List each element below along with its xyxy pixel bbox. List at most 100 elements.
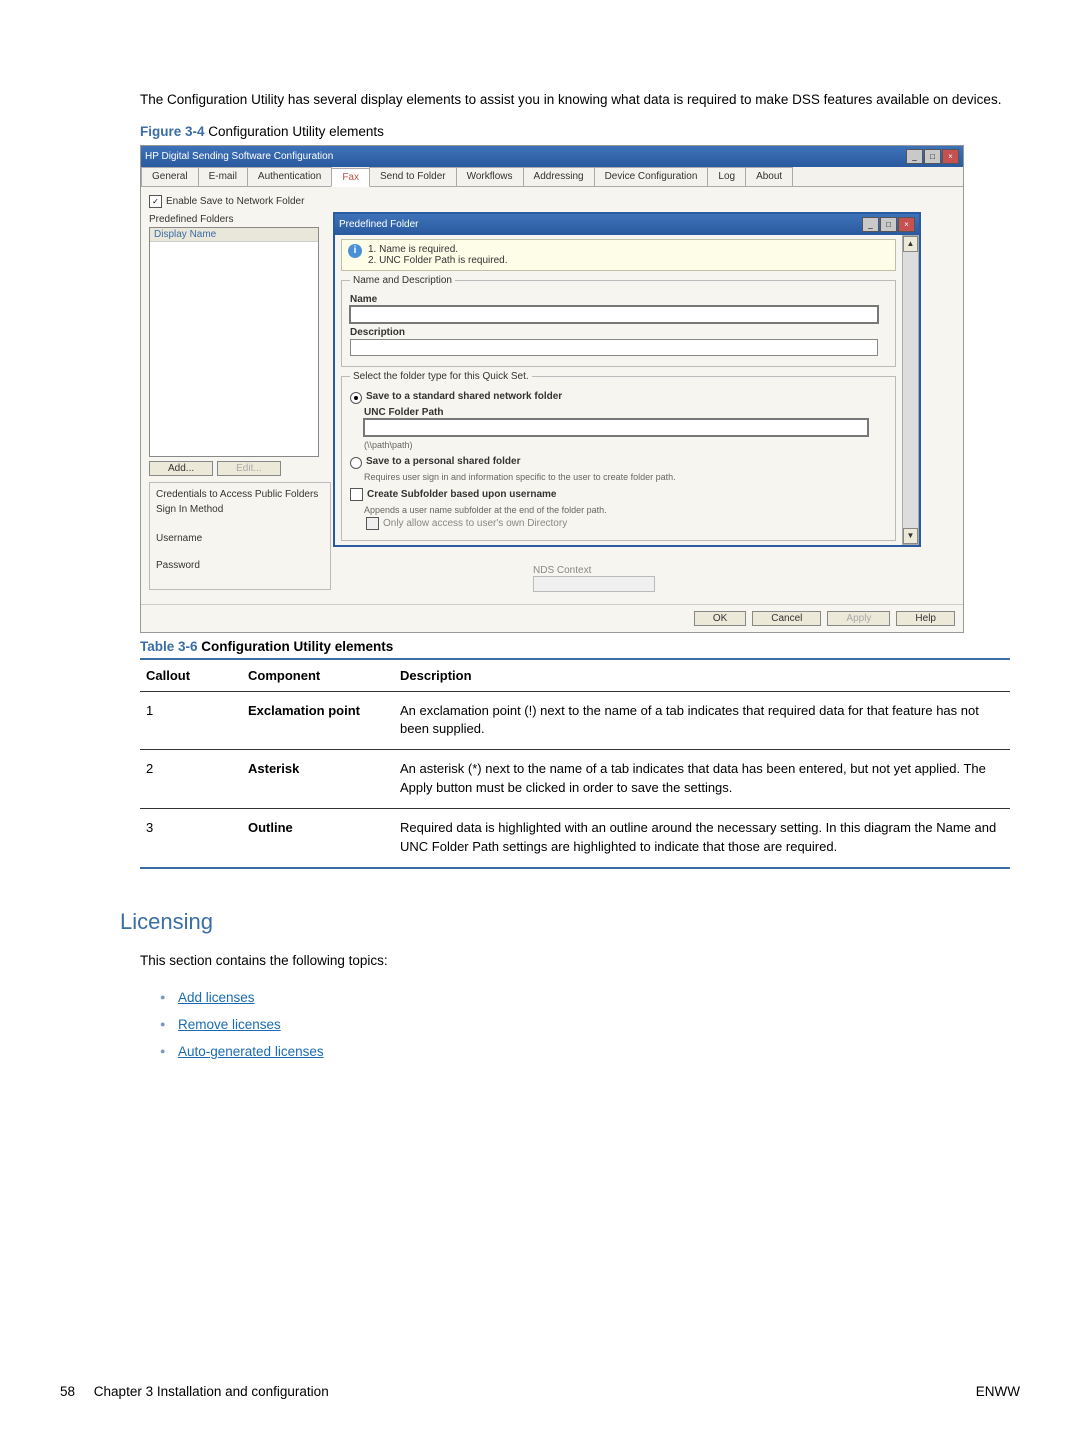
name-description-group: Name and Description Name Description bbox=[341, 275, 896, 367]
standard-folder-radio[interactable] bbox=[350, 392, 362, 404]
folder-type-legend: Select the folder type for this Quick Se… bbox=[350, 371, 532, 382]
standard-folder-label: Save to a standard shared network folder bbox=[366, 391, 562, 402]
tab-general[interactable]: General bbox=[141, 167, 199, 186]
cell-description: An exclamation point (!) next to the nam… bbox=[394, 691, 1010, 750]
info-line-1: 1. Name is required. bbox=[368, 244, 508, 255]
nds-context-input bbox=[533, 576, 655, 592]
predefined-folders-list[interactable]: Display Name bbox=[149, 227, 319, 457]
apply-button[interactable]: Apply bbox=[827, 611, 890, 626]
dialog-maximize-icon[interactable]: □ bbox=[880, 217, 897, 232]
dialog-scrollbar[interactable]: ▲ ▼ bbox=[902, 235, 919, 545]
ok-button[interactable]: OK bbox=[694, 611, 746, 626]
th-description: Description bbox=[394, 659, 1010, 692]
info-icon: i bbox=[348, 244, 362, 258]
credentials-group: Credentials to Access Public Folders Sig… bbox=[149, 482, 331, 590]
tab-email[interactable]: E-mail bbox=[198, 167, 248, 186]
name-desc-legend: Name and Description bbox=[350, 275, 455, 286]
add-button[interactable]: Add... bbox=[149, 461, 213, 476]
dialog-close-icon[interactable]: × bbox=[898, 217, 915, 232]
intro-paragraph: The Configuration Utility has several di… bbox=[140, 90, 1020, 110]
table-title: Configuration Utility elements bbox=[198, 639, 394, 654]
close-icon[interactable]: × bbox=[942, 149, 959, 164]
topics-intro: This section contains the following topi… bbox=[140, 951, 1020, 971]
only-allow-label: Only allow access to user's own Director… bbox=[383, 518, 567, 529]
minimize-icon[interactable]: _ bbox=[906, 149, 923, 164]
table-row: 1 Exclamation point An exclamation point… bbox=[140, 691, 1010, 750]
cell-component: Outline bbox=[242, 808, 394, 867]
figure-caption: Figure 3-4 Configuration Utility element… bbox=[140, 124, 1020, 139]
name-input[interactable] bbox=[350, 306, 878, 323]
link-remove-licenses[interactable]: Remove licenses bbox=[178, 1017, 281, 1032]
scroll-up-icon[interactable]: ▲ bbox=[903, 236, 918, 252]
brand-label: ENWW bbox=[976, 1384, 1020, 1399]
table-row: 3 Outline Required data is highlighted w… bbox=[140, 808, 1010, 867]
cell-component: Asterisk bbox=[242, 750, 394, 809]
name-field-label: Name bbox=[350, 294, 887, 305]
personal-folder-label: Save to a personal shared folder bbox=[366, 456, 521, 467]
figure-title: Configuration Utility elements bbox=[205, 124, 384, 139]
page-number: 58 bbox=[60, 1384, 75, 1399]
link-add-licenses[interactable]: Add licenses bbox=[178, 990, 255, 1005]
enable-save-label: Enable Save to Network Folder bbox=[166, 196, 304, 207]
personal-folder-radio[interactable] bbox=[350, 457, 362, 469]
table-caption: Table 3-6 Configuration Utility elements bbox=[140, 639, 1020, 654]
predefined-folder-dialog: Predefined Folder _ □ × i bbox=[333, 212, 921, 547]
main-window-title: HP Digital Sending Software Configuratio… bbox=[145, 151, 333, 162]
enable-save-checkbox[interactable]: ✓ bbox=[149, 195, 162, 208]
predefined-folders-label: Predefined Folders bbox=[149, 214, 335, 225]
screenshot-figure: HP Digital Sending Software Configuratio… bbox=[140, 145, 964, 633]
link-auto-generated-licenses[interactable]: Auto-generated licenses bbox=[178, 1044, 324, 1059]
cell-callout: 2 bbox=[140, 750, 242, 809]
section-heading: Licensing bbox=[120, 909, 1020, 935]
unc-path-hint: (\\path\path) bbox=[364, 440, 887, 450]
create-subfolder-checkbox[interactable] bbox=[350, 488, 363, 501]
edit-button[interactable]: Edit... bbox=[217, 461, 281, 476]
tab-device-config[interactable]: Device Configuration bbox=[594, 167, 709, 186]
table-number: Table 3-6 bbox=[140, 639, 198, 654]
tab-workflows[interactable]: Workflows bbox=[456, 167, 524, 186]
page-footer: 58 Chapter 3 Installation and configurat… bbox=[60, 1384, 1020, 1399]
info-line-2: 2. UNC Folder Path is required. bbox=[368, 255, 508, 266]
info-box: i 1. Name is required. 2. UNC Folder Pat… bbox=[341, 239, 896, 271]
cell-description: An asterisk (*) next to the name of a ta… bbox=[394, 750, 1010, 809]
tab-send-to-folder[interactable]: Send to Folder bbox=[369, 167, 457, 186]
display-name-header: Display Name bbox=[150, 228, 318, 242]
credentials-title: Credentials to Access Public Folders bbox=[156, 489, 324, 500]
tab-authentication[interactable]: Authentication bbox=[247, 167, 332, 186]
cell-description: Required data is highlighted with an out… bbox=[394, 808, 1010, 867]
description-field-label: Description bbox=[350, 327, 887, 338]
password-label: Password bbox=[156, 560, 324, 571]
personal-folder-hint: Requires user sign in and information sp… bbox=[364, 472, 887, 482]
elements-table: Callout Component Description 1 Exclamat… bbox=[140, 658, 1010, 869]
cell-component: Exclamation point bbox=[242, 691, 394, 750]
tab-about[interactable]: About bbox=[745, 167, 793, 186]
dialog-minimize-icon[interactable]: _ bbox=[862, 217, 879, 232]
unc-path-label: UNC Folder Path bbox=[364, 407, 887, 418]
main-window-titlebar: HP Digital Sending Software Configuratio… bbox=[141, 146, 963, 167]
tab-fax[interactable]: Fax bbox=[331, 168, 370, 187]
nds-context-label: NDS Context bbox=[533, 565, 591, 576]
unc-path-input[interactable] bbox=[364, 419, 868, 436]
tab-log[interactable]: Log bbox=[707, 167, 746, 186]
help-button[interactable]: Help bbox=[896, 611, 955, 626]
th-component: Component bbox=[242, 659, 394, 692]
cancel-button[interactable]: Cancel bbox=[752, 611, 821, 626]
cell-callout: 3 bbox=[140, 808, 242, 867]
create-subfolder-label: Create Subfolder based upon username bbox=[367, 489, 557, 500]
figure-number: Figure 3-4 bbox=[140, 124, 205, 139]
tab-addressing[interactable]: Addressing bbox=[523, 167, 595, 186]
username-label: Username bbox=[156, 533, 324, 544]
tab-bar: General E-mail Authentication Fax Send t… bbox=[141, 167, 963, 187]
maximize-icon[interactable]: □ bbox=[924, 149, 941, 164]
table-row: 2 Asterisk An asterisk (*) next to the n… bbox=[140, 750, 1010, 809]
signin-method-label: Sign In Method bbox=[156, 504, 324, 515]
folder-type-group: Select the folder type for this Quick Se… bbox=[341, 371, 896, 541]
scroll-down-icon[interactable]: ▼ bbox=[903, 528, 918, 544]
chapter-label: Chapter 3 Installation and configuration bbox=[94, 1384, 329, 1399]
create-subfolder-hint: Appends a user name subfolder at the end… bbox=[364, 505, 887, 515]
description-input[interactable] bbox=[350, 339, 878, 356]
dialog-titlebar: Predefined Folder _ □ × bbox=[335, 214, 919, 235]
dialog-title: Predefined Folder bbox=[339, 219, 419, 230]
th-callout: Callout bbox=[140, 659, 242, 692]
cell-callout: 1 bbox=[140, 691, 242, 750]
